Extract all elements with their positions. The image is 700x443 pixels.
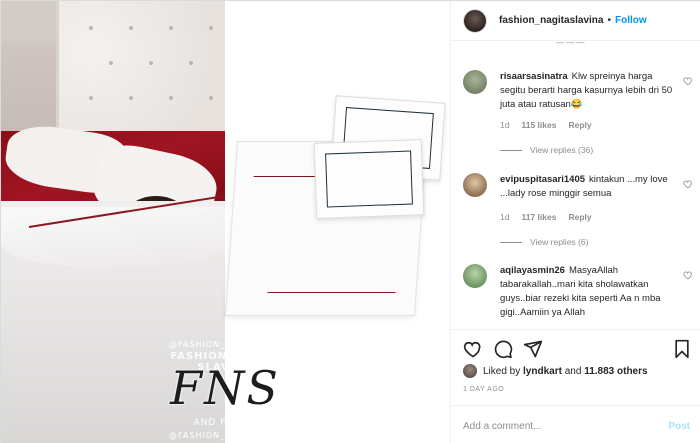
avatar[interactable] [463, 364, 477, 378]
comment-icon[interactable] [493, 339, 513, 359]
comment-item: aqilayasmin26 MasyaAllah tabarakallah..ma… [463, 264, 693, 327]
comment-likes[interactable]: 115 likes [521, 120, 556, 130]
reply-button[interactable]: Reply [568, 120, 591, 130]
action-bar [451, 329, 700, 365]
comment-age[interactable]: 1d [500, 120, 509, 130]
comment-age[interactable]: 1d [500, 212, 509, 222]
share-icon[interactable] [523, 339, 543, 359]
pillow-sham [313, 139, 425, 219]
comment-meta: 1d 117 likes Reply [500, 212, 592, 222]
post-media[interactable]: @FASHION_NAGITASLAVINA FASHION NAGITA SL… [1, 1, 450, 443]
separator-dot: • [607, 15, 611, 26]
heart-icon[interactable] [683, 270, 693, 280]
view-replies-button[interactable]: View replies (6) [500, 237, 588, 247]
comment-body: aqilayasmin26 MasyaAllah tabarakallah..ma… [500, 264, 676, 320]
comments-list[interactable]: — — — risaarsasinatra Klw spreinya harga … [451, 42, 700, 327]
comment-input[interactable]: Add a comment... [463, 421, 541, 432]
reply-button[interactable]: Reply [568, 212, 591, 222]
view-replies-label: View replies (6) [530, 237, 589, 247]
likes-count-link[interactable]: 11.883 others [584, 366, 647, 377]
comment-likes[interactable]: 117 likes [521, 212, 556, 222]
watermark-handle: @FASHION_NAGITASLAVINA [169, 431, 302, 440]
heart-icon[interactable] [683, 76, 693, 86]
comment-username[interactable]: evipuspitasari1405 [500, 174, 585, 185]
view-replies-button[interactable]: View replies (36) [500, 145, 593, 155]
comment-meta: 1d 115 likes Reply [500, 120, 592, 130]
comment-username[interactable]: risaarsasinatra [500, 71, 568, 82]
comment-username[interactable]: aqilayasmin26 [500, 265, 565, 276]
watermark-subline: AND FAMILY [193, 418, 257, 428]
watermark-handle: @FASHION_NAGITASLAVINA [169, 340, 302, 349]
comment-body: evipuspitasari1405 kintakun ...my love ..… [500, 173, 676, 201]
follow-button[interactable]: Follow [615, 15, 647, 26]
view-replies-label: View replies (36) [530, 145, 594, 155]
post-comment-button[interactable]: Post [668, 421, 690, 432]
comment-item: risaarsasinatra Klw spreinya harga segitu… [463, 70, 693, 190]
liker-username[interactable]: lyndkart [523, 366, 562, 377]
post-side-panel: fashion_nagitaslavina • Follow — — — ris… [450, 1, 700, 443]
post-header: fashion_nagitaslavina • Follow [451, 1, 700, 41]
comment-body: risaarsasinatra Klw spreinya harga segitu… [500, 70, 676, 112]
watermark-logo: FNS [170, 361, 280, 415]
instagram-post: @FASHION_NAGITASLAVINA FASHION NAGITA SL… [0, 0, 700, 443]
heart-icon[interactable] [683, 179, 693, 189]
comment-item: evipuspitasari1405 kintakun ...my love ..… [463, 173, 693, 273]
author-username[interactable]: fashion_nagitaslavina [499, 15, 603, 26]
post-timestamp[interactable]: 1 DAY AGO [463, 386, 504, 393]
bookmark-icon[interactable] [673, 339, 691, 359]
likes-summary: Liked by lyndkart and 11.883 others [463, 363, 693, 379]
avatar[interactable] [463, 70, 487, 94]
avatar[interactable] [463, 173, 487, 197]
avatar[interactable] [463, 264, 487, 288]
avatar[interactable] [463, 8, 487, 33]
add-comment-bar: Add a comment... Post [451, 405, 700, 443]
heart-icon[interactable] [463, 339, 483, 359]
